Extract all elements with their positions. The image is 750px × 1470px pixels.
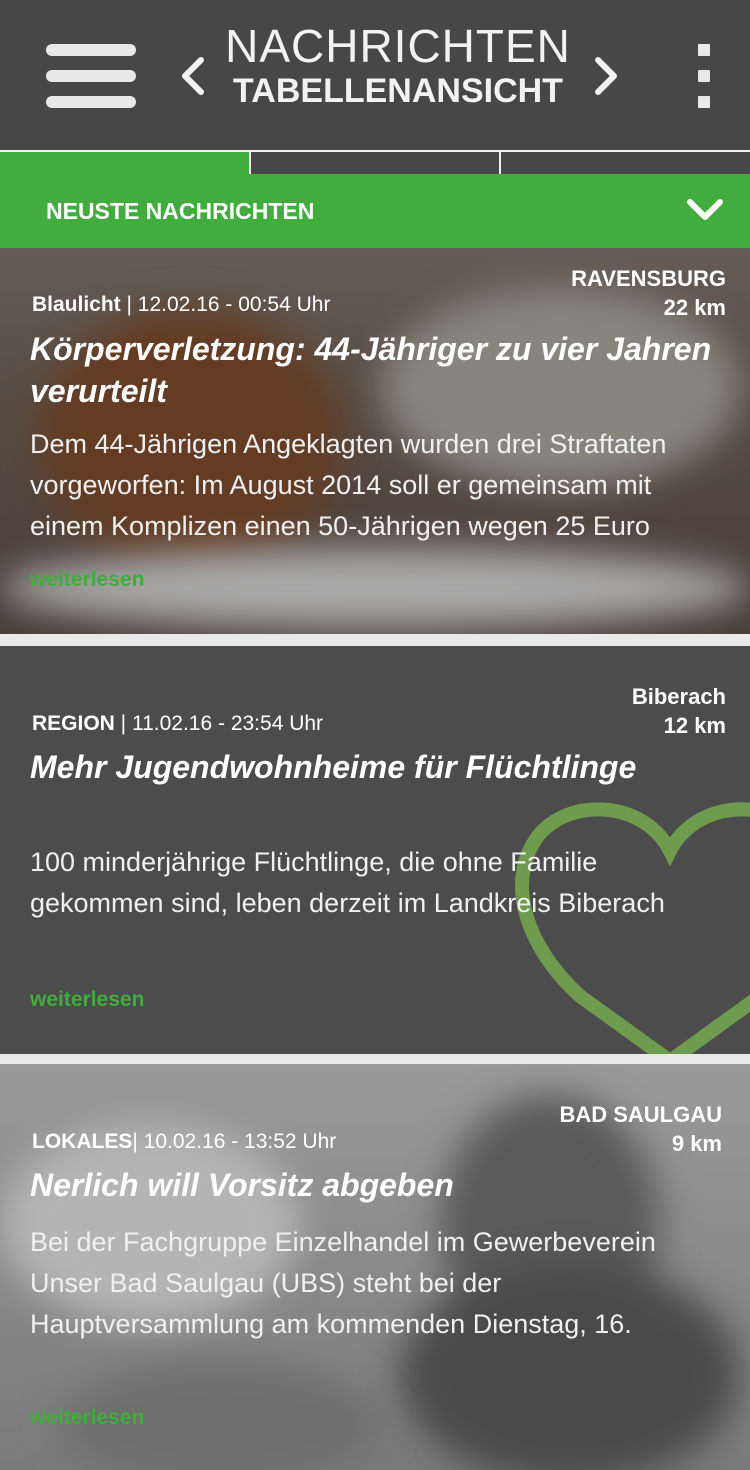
- chevron-left-icon[interactable]: [175, 56, 211, 96]
- article-headline[interactable]: Nerlich will Vorsitz abgeben: [30, 1164, 730, 1206]
- section-dropdown[interactable]: NEUSTE NACHRICHTEN: [0, 174, 750, 248]
- chevron-right-icon[interactable]: [588, 56, 624, 96]
- article-category: REGION: [32, 712, 115, 735]
- article-meta: REGION | 11.02.16 - 23:54 Uhr: [32, 712, 323, 736]
- location-name: Biberach: [631, 684, 726, 709]
- location-distance: 22 km: [663, 295, 726, 320]
- tab-1[interactable]: [0, 152, 251, 174]
- title-subtitle: TABELLENANSICHT: [233, 72, 563, 110]
- article-meta: Blaulicht | 12.02.16 - 00:54 Uhr: [32, 293, 330, 317]
- article-date: | 12.02.16 - 00:54 Uhr: [120, 293, 331, 316]
- read-more-link[interactable]: weiterlesen: [30, 568, 144, 592]
- title-main: NACHRICHTEN: [225, 20, 571, 72]
- app-header: NACHRICHTEN TABELLENANSICHT: [0, 0, 750, 150]
- tab-2[interactable]: [251, 152, 502, 174]
- article-headline[interactable]: Mehr Jugendwohnheime für Flüchtlinge: [30, 746, 730, 788]
- news-card[interactable]: Biberach 12 km REGION | 11.02.16 - 23:54…: [0, 646, 750, 1054]
- location-badge: Biberach 12 km: [632, 682, 726, 740]
- location-distance: 12 km: [663, 713, 726, 738]
- tab-3[interactable]: [501, 152, 750, 174]
- article-date: | 10.02.16 - 13:52 Uhr: [132, 1130, 337, 1153]
- article-teaser: Bei der Fachgruppe Einzelhandel im Gewer…: [30, 1227, 656, 1339]
- chevron-down-icon[interactable]: [686, 196, 724, 229]
- news-card[interactable]: BAD SAULGAU 9 km LOKALES| 10.02.16 - 13:…: [0, 1064, 750, 1470]
- article-headline[interactable]: Körperverletzung: 44-Jähriger zu vier Ja…: [30, 328, 730, 412]
- page-title: NACHRICHTEN TABELLENANSICHT: [215, 20, 581, 110]
- article-teaser: Dem 44-Jährigen Angeklagten wurden drei …: [30, 429, 667, 541]
- read-more-link[interactable]: weiterlesen: [30, 988, 144, 1012]
- location-name: RAVENSBURG: [571, 266, 726, 291]
- article-teaser: 100 minderjährige Flüchtlinge, die ohne …: [30, 847, 665, 918]
- location-badge: BAD SAULGAU 9 km: [559, 1100, 722, 1158]
- article-meta: LOKALES| 10.02.16 - 13:52 Uhr: [32, 1130, 336, 1154]
- location-name: BAD SAULGAU: [559, 1102, 722, 1127]
- article-category: Blaulicht: [32, 293, 121, 316]
- article-date: | 11.02.16 - 23:54 Uhr: [114, 712, 324, 735]
- heart-icon: [510, 796, 750, 1054]
- section-label: NEUSTE NACHRICHTEN: [46, 198, 315, 224]
- menu-icon[interactable]: [46, 44, 136, 108]
- more-vertical-icon[interactable]: [698, 44, 712, 108]
- location-distance: 9 km: [671, 1131, 722, 1156]
- article-category: LOKALES: [32, 1130, 133, 1153]
- news-card[interactable]: RAVENSBURG 22 km Blaulicht | 12.02.16 - …: [0, 248, 750, 634]
- tab-indicator-bar: [0, 150, 750, 174]
- read-more-link[interactable]: weiterlesen: [30, 1406, 144, 1430]
- location-badge: RAVENSBURG 22 km: [571, 264, 726, 322]
